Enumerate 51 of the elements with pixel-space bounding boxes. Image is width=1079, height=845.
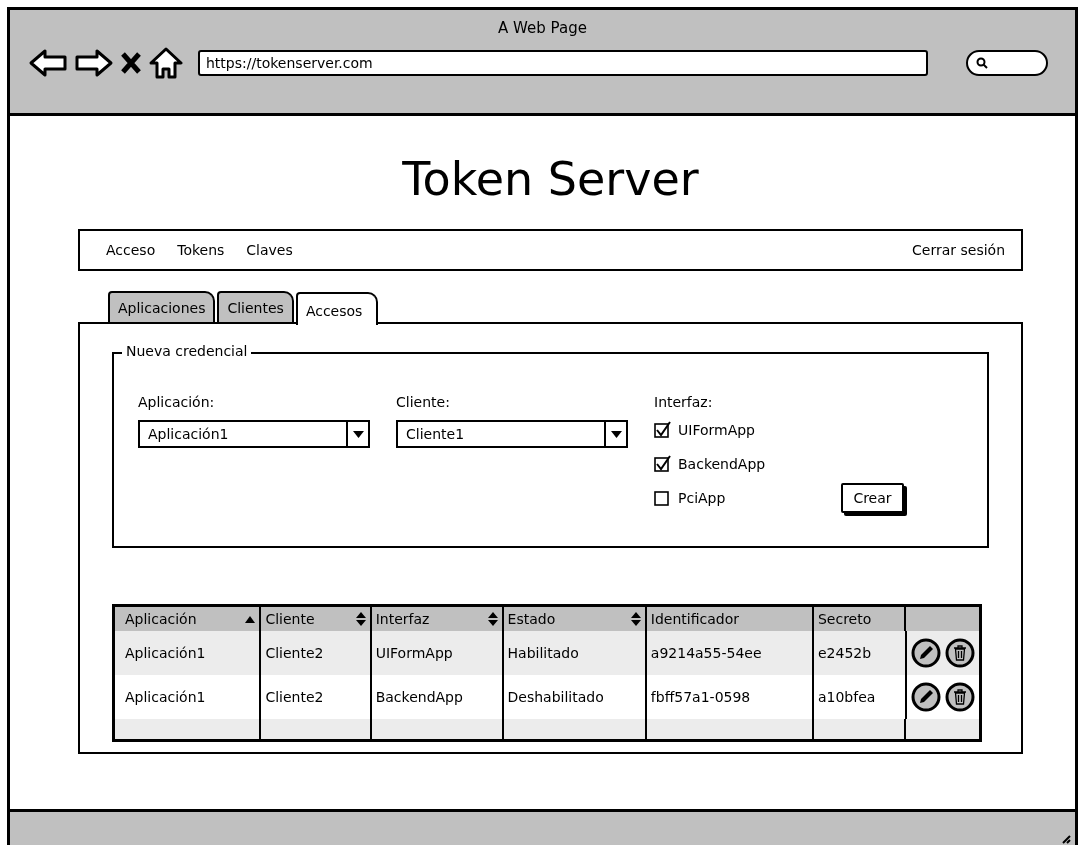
application-dropdown[interactable]: Aplicación1 [138, 420, 370, 449]
edit-icon[interactable] [911, 638, 941, 669]
sort-icon [355, 612, 366, 627]
column-header[interactable]: Identificador [645, 605, 813, 632]
field-label: Interfaz: [654, 394, 714, 411]
table-cell: a9214a55-54ee [645, 631, 813, 676]
search-icon [976, 57, 988, 69]
table-cell: e2452b [812, 631, 905, 676]
table-cell: Habilitado [502, 631, 646, 676]
close-icon[interactable] [120, 51, 142, 75]
tab[interactable]: Aplicaciones [108, 291, 216, 323]
caret-icon [352, 430, 364, 438]
column-header[interactable]: Interfaz [370, 605, 503, 632]
table-cell: Aplicación1 [113, 631, 261, 676]
address-field[interactable]: https://tokenserver.com [198, 50, 928, 76]
column-header[interactable]: Aplicación [113, 605, 261, 632]
table-cell: Aplicación1 [113, 675, 261, 720]
column-header[interactable]: Cliente [260, 605, 371, 632]
edit-icon[interactable] [911, 682, 941, 713]
checkbox[interactable] [654, 421, 672, 440]
page-title: Token Server [402, 152, 699, 208]
column-header[interactable]: Estado [502, 605, 646, 632]
search-field[interactable] [966, 50, 1048, 76]
sort-icon [630, 612, 641, 627]
tab[interactable]: Accesos [295, 291, 379, 325]
checkbox-label: PciApp [678, 490, 726, 507]
sort-icon [487, 612, 498, 627]
window-title: A Web Page [497, 19, 588, 37]
caret-icon [610, 430, 622, 438]
tab[interactable]: Clientes [217, 291, 294, 323]
nav-link[interactable]: Tokens [177, 242, 225, 259]
create-button[interactable]: Crear [841, 483, 904, 514]
table-cell: UIFormApp [370, 631, 503, 676]
checkbox-label: UIFormApp [678, 422, 755, 439]
sort-ascending-icon [245, 615, 256, 623]
trash-icon[interactable] [945, 638, 975, 669]
field-label: Aplicación: [138, 394, 216, 411]
client-dropdown[interactable]: Cliente1 [396, 420, 628, 449]
checkbox-label: BackendApp [678, 456, 766, 473]
home-icon[interactable] [148, 47, 184, 79]
forward-icon[interactable] [74, 48, 114, 78]
field-label: Cliente: [396, 394, 451, 411]
nav-link[interactable]: Acceso [106, 242, 156, 259]
nav-link[interactable]: Claves [246, 242, 293, 259]
column-header[interactable]: Secreto [812, 605, 905, 632]
back-icon[interactable] [28, 48, 68, 78]
logout-link[interactable]: Cerrar sesión [912, 242, 1005, 259]
checkbox[interactable] [654, 455, 672, 474]
checkbox[interactable] [654, 489, 672, 508]
trash-icon[interactable] [945, 682, 975, 713]
table-cell: Cliente2 [260, 631, 371, 676]
